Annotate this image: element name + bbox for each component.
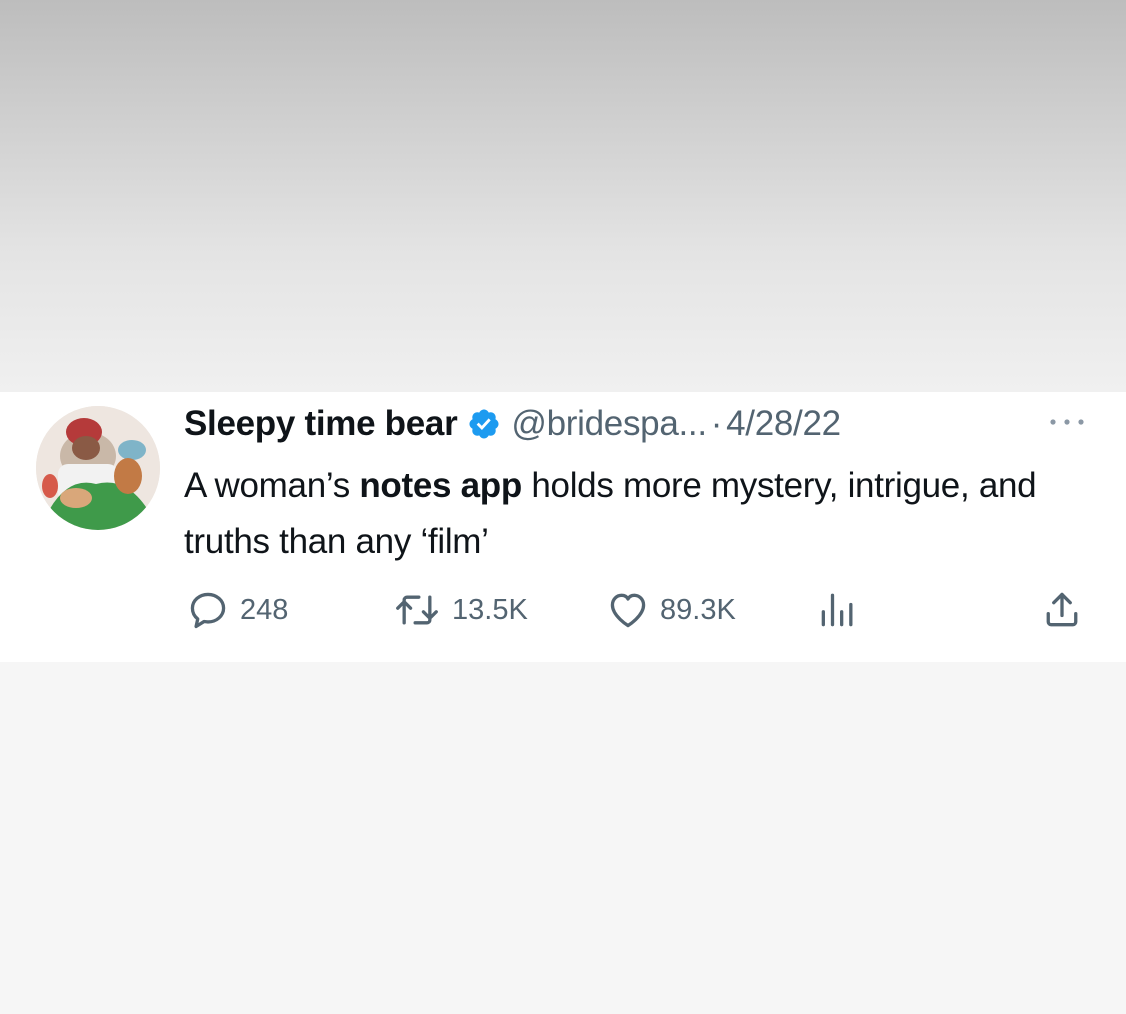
separator-dot: · — [710, 404, 723, 443]
background-bottom — [0, 662, 1126, 1014]
retweet-icon — [396, 595, 438, 625]
reply-icon — [190, 592, 226, 629]
display-name[interactable]: Sleepy time bear — [184, 404, 458, 444]
reply-count: 248 — [240, 593, 289, 626]
views-icon — [821, 593, 853, 627]
tweet-date[interactable]: 4/28/22 — [726, 404, 841, 444]
more-icon[interactable] — [1045, 412, 1089, 432]
verified-badge-icon — [469, 409, 499, 439]
like-button[interactable]: 89.3K — [606, 588, 736, 632]
share-icon — [1046, 592, 1078, 627]
avatar[interactable] — [36, 406, 160, 530]
tweet-text-bold: notes app — [359, 466, 522, 505]
tweet-text-part-1: A woman’s — [184, 466, 360, 505]
retweet-button[interactable]: 13.5K — [392, 588, 528, 632]
user-handle[interactable]: @bridespa... — [511, 404, 707, 444]
tweet-actions: 248 13.5K 89.3K — [0, 588, 1126, 632]
tweet-text: A woman’s notes app holds more mystery, … — [184, 458, 1084, 570]
like-count: 89.3K — [660, 593, 736, 626]
tweet-header: Sleepy time bear @bridespa... · 4/28/22 — [184, 402, 841, 446]
background-top — [0, 0, 1126, 392]
tweet-card[interactable]: Sleepy time bear @bridespa... · 4/28/22 … — [0, 392, 1126, 662]
share-button[interactable] — [1040, 588, 1084, 632]
reply-button[interactable]: 248 — [186, 588, 288, 632]
like-icon — [610, 593, 646, 628]
retweet-count: 13.5K — [452, 593, 528, 626]
views-button[interactable] — [816, 588, 860, 632]
